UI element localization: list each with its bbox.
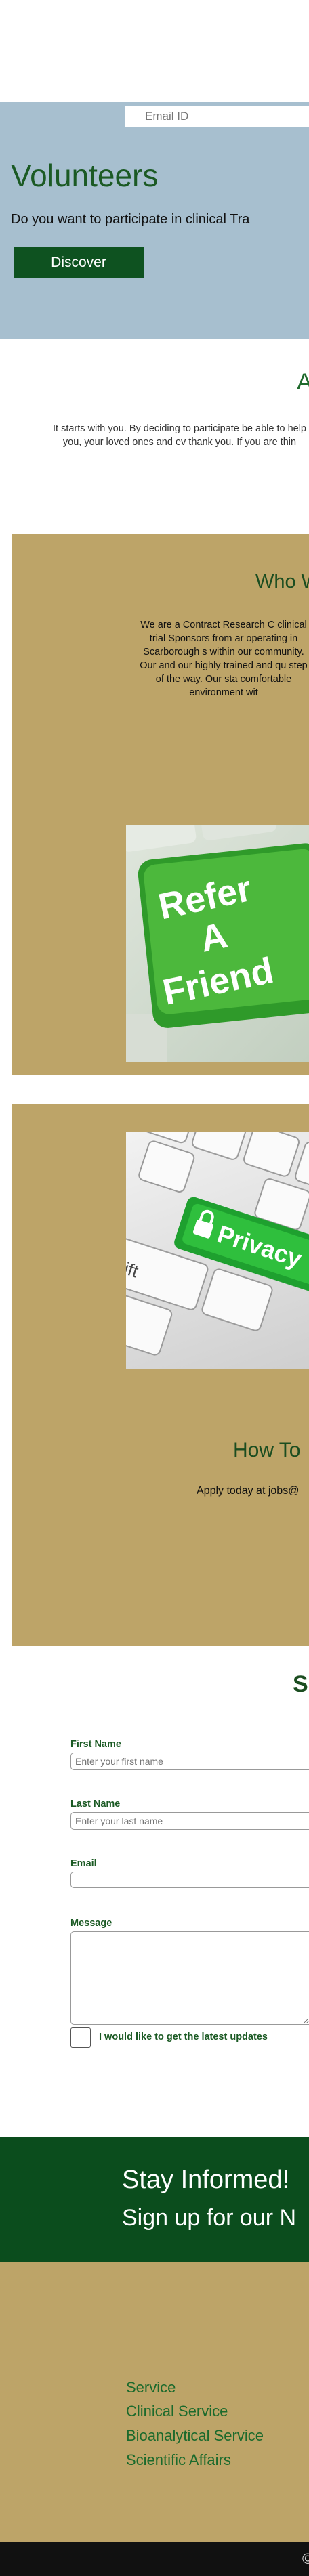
copyright-text: © bbox=[302, 2550, 309, 2567]
discover-button[interactable]: Discover bbox=[14, 247, 144, 278]
about-title: A bbox=[297, 369, 309, 395]
refer-keyboard-graphic: Refer A Friend bbox=[126, 825, 309, 1062]
footer-link-clinical-service[interactable]: Clinical Service bbox=[126, 2403, 228, 2420]
last-name-field[interactable] bbox=[70, 1812, 309, 1830]
form-title: S bbox=[293, 1671, 308, 1697]
updates-checkbox[interactable] bbox=[70, 2027, 91, 2048]
footer-link-service[interactable]: Service bbox=[126, 2379, 176, 2397]
hero-subtitle: Do you want to participate in clinical T… bbox=[11, 212, 250, 227]
first-name-label: First Name bbox=[70, 1739, 121, 1750]
updates-label: I would like to get the latest updates bbox=[99, 2032, 268, 2042]
hero-title: Volunteers bbox=[11, 158, 159, 193]
who-text: We are a Contract Research C clinical tr… bbox=[140, 620, 308, 698]
message-label: Message bbox=[70, 1918, 112, 1929]
footer-link-scientific-affairs[interactable]: Scientific Affairs bbox=[126, 2451, 231, 2469]
refer-a-friend-image: Refer A Friend bbox=[126, 825, 309, 1062]
privacy-keyboard-graphic: Privacy shift bbox=[126, 1132, 309, 1356]
newsletter-title: Stay Informed! bbox=[122, 2166, 290, 2194]
footer: Service Clinical Service Bioanalytical S… bbox=[0, 2262, 309, 2542]
about-text: It starts with you. By deciding to parti… bbox=[53, 423, 306, 448]
how-to-apply-panel: Privacy shift How To Apply today at jobs… bbox=[12, 1104, 309, 1646]
apply-email-text: Apply today at jobs@ bbox=[197, 1485, 300, 1497]
first-name-field[interactable] bbox=[70, 1753, 309, 1770]
who-we-are-panel: Who W We are a Contract Research C clini… bbox=[12, 534, 309, 1075]
copyright-bar: © bbox=[0, 2542, 309, 2576]
newsletter-section: Stay Informed! Sign up for our N bbox=[0, 2137, 309, 2262]
email-field[interactable] bbox=[70, 1872, 309, 1888]
last-name-label: Last Name bbox=[70, 1799, 121, 1809]
newsletter-subtitle: Sign up for our N bbox=[122, 2205, 297, 2231]
message-field[interactable] bbox=[70, 1931, 309, 2025]
newsletter-email-field[interactable] bbox=[125, 106, 309, 127]
who-title: Who W bbox=[255, 571, 309, 593]
privacy-keyboard-image: Privacy shift bbox=[126, 1132, 309, 1369]
how-to-apply-title: How To bbox=[233, 1439, 301, 1461]
hero-section: Volunteers Do you want to participate in… bbox=[0, 102, 309, 339]
email-label: Email bbox=[70, 1858, 97, 1869]
footer-link-bioanalytical-service[interactable]: Bioanalytical Service bbox=[126, 2427, 264, 2445]
